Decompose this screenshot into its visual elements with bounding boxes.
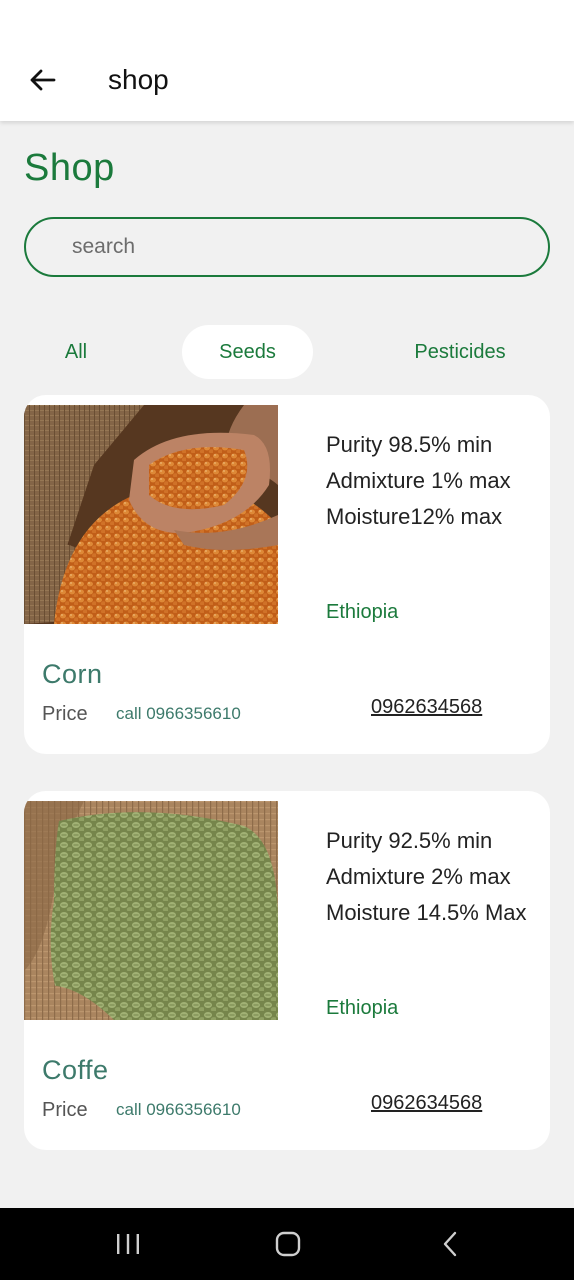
product-name: Coffe	[42, 1055, 109, 1085]
search-input[interactable]	[72, 231, 512, 263]
spec-moisture: Moisture12% max	[326, 504, 503, 529]
product-name: Corn	[42, 659, 103, 689]
tab-seeds[interactable]: Seeds	[182, 325, 313, 379]
green-coffee-beans-photo	[24, 801, 278, 1020]
search-field[interactable]	[24, 217, 550, 277]
spec-purity: Purity 92.5% min	[326, 828, 493, 853]
phone-link[interactable]: 0962634568	[371, 696, 482, 719]
product-specs: Purity 98.5% min Admixture 1% max Moistu…	[326, 427, 550, 535]
home-icon	[275, 1231, 301, 1257]
back-button[interactable]	[22, 60, 62, 100]
system-back-button[interactable]	[420, 1222, 480, 1266]
product-origin: Ethiopia	[326, 997, 399, 1019]
spec-admixture: Admixture 2% max	[326, 864, 511, 889]
spec-admixture: Admixture 1% max	[326, 468, 511, 493]
corn-kernels-photo	[24, 405, 278, 624]
arrow-left-icon	[30, 69, 56, 91]
product-origin: Ethiopia	[326, 601, 399, 623]
product-card-corn[interactable]: Purity 98.5% min Admixture 1% max Moistu…	[24, 395, 550, 754]
call-text: call 0966356610	[116, 704, 241, 723]
app-bar: shop	[0, 0, 574, 121]
back-chevron-icon	[443, 1231, 457, 1257]
product-card-coffe[interactable]: Purity 92.5% min Admixture 2% max Moistu…	[24, 791, 550, 1150]
app-bar-title: shop	[108, 64, 169, 95]
home-button[interactable]	[258, 1222, 318, 1266]
spec-moisture: Moisture 14.5% Max	[326, 900, 527, 925]
spec-purity: Purity 98.5% min	[326, 432, 493, 457]
recent-apps-button[interactable]	[98, 1222, 158, 1266]
price-label: Price	[42, 1099, 88, 1121]
price-label: Price	[42, 703, 88, 725]
call-text: call 0966356610	[116, 1100, 241, 1119]
tab-pesticides[interactable]: Pesticides	[395, 325, 525, 379]
recent-apps-icon	[117, 1234, 139, 1254]
phone-link[interactable]: 0962634568	[371, 1092, 482, 1115]
page-title: Shop	[24, 147, 115, 189]
system-nav-bar	[0, 1208, 574, 1280]
product-specs: Purity 92.5% min Admixture 2% max Moistu…	[326, 823, 550, 931]
tab-all[interactable]: All	[44, 325, 108, 379]
